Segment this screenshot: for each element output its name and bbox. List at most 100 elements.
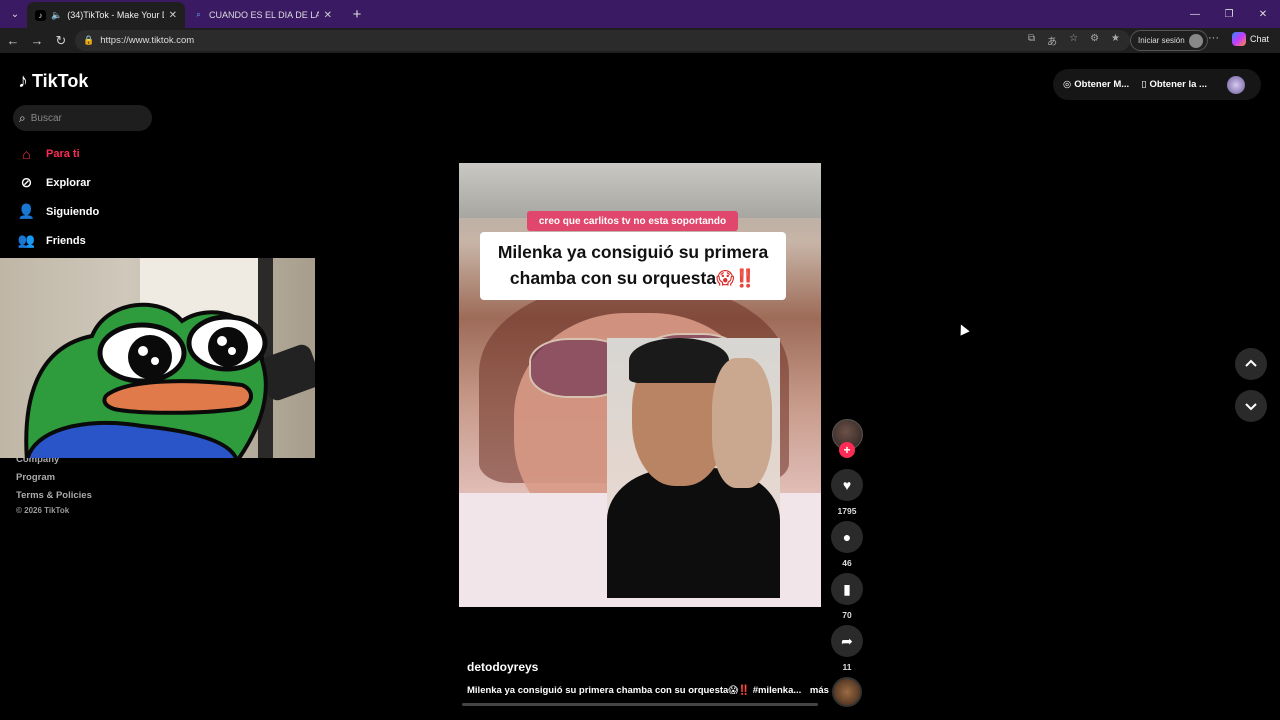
close-tab-icon[interactable]: ✕ <box>169 10 177 21</box>
follow-plus-icon[interactable]: + <box>839 442 855 458</box>
music-disc-icon[interactable] <box>832 677 862 707</box>
following-icon: 👤 <box>17 203 36 219</box>
webcam-overlay <box>0 258 315 458</box>
speaker-icon[interactable]: 🔈 <box>51 10 62 21</box>
nav-label: Siguiendo <box>46 205 100 218</box>
tiktok-note-icon: ♪ <box>18 70 28 92</box>
close-window-button[interactable]: ✕ <box>1246 0 1280 28</box>
window-controls: — ❐ ✕ <box>1178 0 1280 28</box>
favorite-star-icon[interactable]: ☆ <box>1069 33 1078 48</box>
like-button[interactable]: ♥ <box>831 469 863 501</box>
extensions-icon[interactable]: ⚙ <box>1090 33 1099 48</box>
tab-title: (34)TikTok - Make Your Day <box>67 10 163 20</box>
new-tab-button[interactable]: + <box>346 3 368 25</box>
get-app-button[interactable]: ▯ Obtener la ... <box>1141 79 1207 90</box>
comment-icon: ● <box>842 529 852 545</box>
tiktok-page: ♪ TikTok ⌕ Buscar ⌂ Para ti ⊘ Explorar 👤… <box>0 53 1280 720</box>
pepe-frog-avatar <box>24 302 268 458</box>
friends-icon: 👥 <box>17 232 36 248</box>
share-icon: ➦ <box>841 632 853 649</box>
video-background <box>459 163 821 218</box>
tab-title: CUANDO ES EL DIA DE LA AMISTAD <box>209 10 319 20</box>
video-player[interactable]: creo que carlitos tv no esta soportando … <box>459 163 821 607</box>
browser-tab-bar: ⌄ ♪ 🔈 (34)TikTok - Make Your Day ✕ ⌕ CUA… <box>0 0 1280 28</box>
footer-link-program[interactable]: Program <box>16 472 55 483</box>
video-inset-reaction <box>607 338 780 598</box>
share-button[interactable]: ➦ <box>831 625 863 657</box>
logo-text: TikTok <box>32 71 89 91</box>
chevron-up-icon <box>1245 359 1257 367</box>
restore-button[interactable]: ❐ <box>1212 0 1246 28</box>
copilot-chat-button[interactable]: Chat <box>1232 32 1269 46</box>
back-button[interactable]: ← <box>1 30 25 52</box>
video-overlay-caption-main: Milenka ya consiguió su primera chamba c… <box>480 232 786 300</box>
profile-avatar[interactable] <box>1226 75 1245 94</box>
video-overlay-caption-small: creo que carlitos tv no esta soportando <box>527 211 738 231</box>
get-coins-label: Obtener M... <box>1074 79 1130 90</box>
more-link[interactable]: más <box>810 685 829 696</box>
favorites-icon[interactable]: ★ <box>1111 33 1120 48</box>
nav-label: Para ti <box>46 147 80 160</box>
tab-actions-menu-button[interactable]: ⌄ <box>3 3 27 25</box>
close-tab-icon[interactable]: ✕ <box>324 10 332 21</box>
save-count: 70 <box>842 610 852 620</box>
nav-item-para-ti[interactable]: ⌂ Para ti <box>18 145 80 162</box>
phone-icon: ▯ <box>1141 79 1147 90</box>
get-coins-button[interactable]: ◎ Obtener M... <box>1063 79 1129 90</box>
minimize-button[interactable]: — <box>1178 0 1212 28</box>
search-icon: ⌕ <box>19 110 26 125</box>
copyright-text: © 2026 TikTok <box>16 506 70 515</box>
video-progress-bar[interactable] <box>462 703 818 706</box>
caption-emoji: 😱‼️ <box>716 268 757 288</box>
description-text: Milenka ya consiguió su primera chamba c… <box>467 685 802 696</box>
comment-count: 46 <box>842 558 852 568</box>
chevron-down-icon <box>1245 403 1257 411</box>
more-options-icon[interactable]: ··· <box>1208 32 1219 44</box>
share-count: 11 <box>842 662 852 672</box>
top-right-actions: ◎ Obtener M... ▯ Obtener la ... <box>1053 69 1261 100</box>
save-button[interactable]: ▮ <box>831 573 863 605</box>
translate-icon[interactable]: あ <box>1047 33 1057 48</box>
video-description: Milenka ya consiguió su primera chamba c… <box>467 685 829 696</box>
address-bar[interactable]: 🔒 https://www.tiktok.com ⧉ あ ☆ ⚙ ★ <box>75 30 1130 51</box>
copilot-icon <box>1232 32 1246 46</box>
home-icon: ⌂ <box>22 145 31 162</box>
mouse-cursor <box>956 322 970 336</box>
signin-label: Iniciar sesión <box>1138 36 1185 45</box>
get-app-label: Obtener la ... <box>1149 79 1207 90</box>
nav-item-siguiendo[interactable]: 👤 Siguiendo <box>18 203 99 220</box>
tab-tiktok[interactable]: ♪ 🔈 (34)TikTok - Make Your Day ✕ <box>27 2 185 28</box>
compass-icon: ⊘ <box>20 174 33 190</box>
bookmark-icon: ▮ <box>843 580 851 597</box>
search-icon: ⌕ <box>196 10 201 19</box>
nav-label: Explorar <box>46 176 91 189</box>
chat-label: Chat <box>1250 34 1270 44</box>
heart-icon: ♥ <box>842 477 852 493</box>
signin-button[interactable]: Iniciar sesión <box>1130 30 1208 51</box>
open-in-app-icon[interactable]: ⧉ <box>1028 33 1035 48</box>
tiktok-icon: ♪ <box>35 9 46 21</box>
tab-search[interactable]: ⌕ CUANDO ES EL DIA DE LA AMISTAD ✕ <box>185 2 340 28</box>
forward-button[interactable]: → <box>25 30 49 52</box>
caption-line-1: Milenka ya consiguió su primera <box>497 242 769 262</box>
previous-video-button[interactable] <box>1235 348 1267 380</box>
comment-button[interactable]: ● <box>831 521 863 553</box>
inset-hair <box>629 338 729 383</box>
footer-link-terms[interactable]: Terms & Policies <box>16 490 92 501</box>
refresh-button[interactable]: ↻ <box>49 30 73 52</box>
next-video-button[interactable] <box>1235 390 1267 422</box>
inset-body <box>607 468 780 598</box>
search-placeholder: Buscar <box>30 112 62 124</box>
like-count: 1795 <box>837 506 857 516</box>
coin-icon: ◎ <box>1063 79 1072 90</box>
search-input[interactable]: ⌕ Buscar <box>13 105 152 131</box>
nav-item-explorar[interactable]: ⊘ Explorar <box>18 174 91 191</box>
address-bar-icons: ⧉ あ ☆ ⚙ ★ <box>1028 33 1120 48</box>
profile-avatar-icon <box>1188 33 1203 48</box>
video-author[interactable]: detodoyreys <box>467 660 538 674</box>
nav-item-friends[interactable]: 👥 Friends <box>18 232 86 249</box>
tiktok-logo[interactable]: ♪ TikTok <box>18 70 88 93</box>
inset-hand <box>712 358 772 488</box>
browser-toolbar: ← → ↻ 🔒 https://www.tiktok.com ⧉ あ ☆ ⚙ ★… <box>0 28 1280 53</box>
lock-icon: 🔒 <box>83 35 95 45</box>
